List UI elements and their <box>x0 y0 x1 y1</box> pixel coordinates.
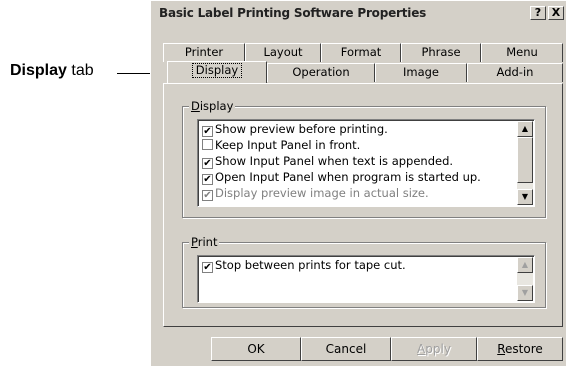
display-tab-callout: Display tab <box>10 62 94 80</box>
scroll-up-arrow-icon[interactable]: ▲ <box>517 121 533 137</box>
checkbox-preview-actual-size: ✔ <box>202 190 213 201</box>
tab-printer[interactable]: Printer <box>163 43 245 62</box>
print-list-scrollbar: ▲ ▼ <box>517 257 533 301</box>
dialog-title: Basic Label Printing Software Properties <box>159 6 427 20</box>
scroll-down-arrow-icon[interactable]: ▼ <box>517 189 533 205</box>
help-button[interactable]: ? <box>530 6 546 20</box>
tab-menu[interactable]: Menu <box>481 43 563 62</box>
checkbox-stop-between-prints[interactable]: ✔ <box>202 262 213 273</box>
tab-phrase[interactable]: Phrase <box>401 43 481 62</box>
print-group-label: Print <box>189 235 220 249</box>
display-options-list[interactable]: ✔ Show preview before printing. Keep Inpu… <box>197 119 535 207</box>
option-show-input-panel-appended[interactable]: ✔ Show Input Panel when text is appended. <box>202 154 453 169</box>
checkbox-show-input-panel-appended[interactable]: ✔ <box>202 158 213 169</box>
option-keep-input-panel-front[interactable]: Keep Input Panel in front. <box>202 138 360 152</box>
option-open-input-panel-startup[interactable]: ✔ Open Input Panel when program is starte… <box>202 170 481 185</box>
checkbox-keep-input-panel-front[interactable] <box>202 139 213 150</box>
tab-display[interactable]: Display <box>167 61 267 83</box>
option-preview-actual-size: ✔ Display preview image in actual size. <box>202 186 429 201</box>
callout-text: tab <box>66 62 94 79</box>
tab-add-in[interactable]: Add-in <box>467 63 563 82</box>
restore-button[interactable]: Restore <box>477 337 563 361</box>
cancel-button[interactable]: Cancel <box>301 337 391 361</box>
scroll-down-arrow-icon: ▼ <box>517 285 533 301</box>
checkbox-open-input-panel-startup[interactable]: ✔ <box>202 174 213 185</box>
display-list-scrollbar[interactable]: ▲ ▼ <box>517 121 533 205</box>
tab-layout[interactable]: Layout <box>245 43 321 62</box>
print-options-list[interactable]: ✔ Stop between prints for tape cut. ▲ ▼ <box>197 255 535 303</box>
tab-format[interactable]: Format <box>321 43 401 62</box>
option-stop-between-prints[interactable]: ✔ Stop between prints for tape cut. <box>202 258 406 273</box>
title-bar[interactable]: Basic Label Printing Software Properties… <box>153 3 566 23</box>
print-group: Print ✔ Stop between prints for tape cut.… <box>182 235 546 308</box>
callout-bold-text: Display <box>10 62 67 79</box>
display-group-label: Display <box>189 99 236 113</box>
close-button[interactable]: X <box>548 6 564 20</box>
option-show-preview[interactable]: ✔ Show preview before printing. <box>202 122 388 137</box>
scroll-up-arrow-icon: ▲ <box>517 257 533 273</box>
tab-image[interactable]: Image <box>375 63 467 82</box>
scroll-thumb[interactable] <box>517 137 533 183</box>
checkbox-show-preview[interactable]: ✔ <box>202 126 213 137</box>
properties-dialog: Basic Label Printing Software Properties… <box>150 0 566 366</box>
display-tab-panel: Display ✔ Show preview before printing. K… <box>163 83 563 327</box>
tab-operation[interactable]: Operation <box>267 63 375 82</box>
ok-button[interactable]: OK <box>211 337 301 361</box>
apply-button: Apply <box>391 337 477 361</box>
display-group: Display ✔ Show preview before printing. K… <box>182 99 546 218</box>
